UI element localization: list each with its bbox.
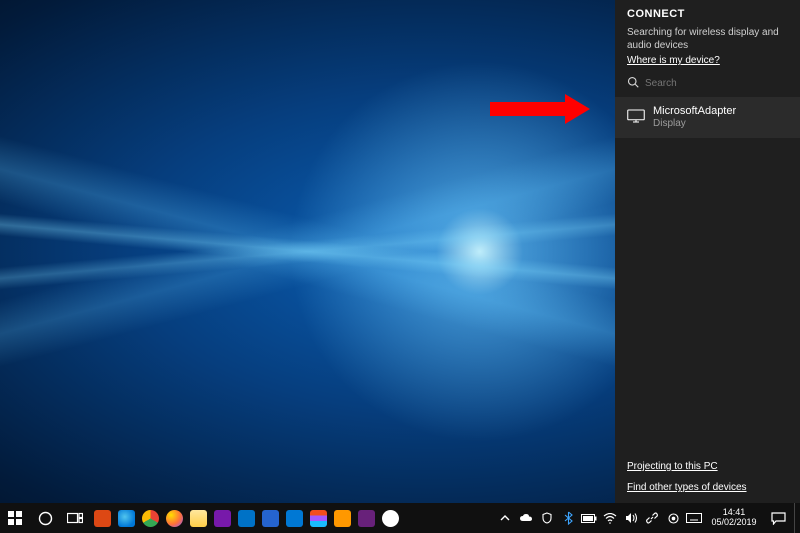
tray-wifi[interactable] xyxy=(601,503,619,533)
chevron-up-icon xyxy=(500,513,510,523)
shield-icon xyxy=(541,512,553,524)
taskbar-pin-ubuntu[interactable] xyxy=(90,503,114,533)
show-desktop-button[interactable] xyxy=(794,503,800,533)
connect-search-row[interactable] xyxy=(627,76,788,91)
taskbar: 14:41 05/02/2019 xyxy=(0,503,800,533)
tray-battery[interactable] xyxy=(580,503,598,533)
tray-overflow-button[interactable] xyxy=(496,503,514,533)
taskbar-pin-onenote[interactable] xyxy=(210,503,234,533)
action-center-button[interactable] xyxy=(765,503,791,533)
taskbar-pin-todo[interactable] xyxy=(258,503,282,533)
display-icon xyxy=(627,109,645,126)
device-name: MicrosoftAdapter xyxy=(653,105,736,118)
taskbar-pin-file-explorer[interactable] xyxy=(186,503,210,533)
speaker-icon xyxy=(625,512,638,524)
taskbar-pin-figma[interactable] xyxy=(306,503,330,533)
tray-keyboard[interactable] xyxy=(685,503,703,533)
location-icon xyxy=(668,513,679,524)
keyboard-icon xyxy=(686,513,702,523)
task-view-icon xyxy=(67,512,83,524)
find-other-devices-link[interactable]: Find other types of devices xyxy=(627,482,747,493)
connect-title: CONNECT xyxy=(627,8,788,20)
tray-volume[interactable] xyxy=(622,503,640,533)
bluetooth-icon xyxy=(564,511,573,525)
notification-icon xyxy=(771,512,786,525)
task-view-button[interactable] xyxy=(60,503,90,533)
connect-search-input[interactable] xyxy=(645,78,788,89)
taskbar-pin-sublime[interactable] xyxy=(330,503,354,533)
taskbar-pin-basecamp[interactable] xyxy=(378,503,402,533)
taskbar-clock[interactable]: 14:41 05/02/2019 xyxy=(706,503,762,533)
where-is-my-device-link[interactable]: Where is my device? xyxy=(627,55,720,66)
connect-panel: CONNECT Searching for wireless display a… xyxy=(615,0,800,503)
circle-icon xyxy=(38,511,53,526)
tray-connect-link[interactable] xyxy=(643,503,661,533)
device-type: Display xyxy=(653,118,736,130)
search-icon xyxy=(627,76,639,91)
projecting-to-this-pc-link[interactable]: Projecting to this PC xyxy=(627,461,718,472)
tray-onedrive[interactable] xyxy=(517,503,535,533)
windows-logo-icon xyxy=(8,511,22,525)
connect-status-text: Searching for wireless display and audio… xyxy=(627,27,788,52)
taskbar-pin-vs[interactable] xyxy=(354,503,378,533)
tray-location[interactable] xyxy=(664,503,682,533)
start-button[interactable] xyxy=(0,503,30,533)
taskbar-pin-chrome[interactable] xyxy=(138,503,162,533)
system-tray: 14:41 05/02/2019 xyxy=(496,503,800,533)
wifi-icon xyxy=(603,513,617,524)
cortana-search-button[interactable] xyxy=(30,503,60,533)
link-icon xyxy=(646,512,658,524)
desktop-wallpaper[interactable] xyxy=(0,0,615,503)
clock-date: 05/02/2019 xyxy=(711,518,756,528)
tray-security[interactable] xyxy=(538,503,556,533)
taskbar-pin-outlook[interactable] xyxy=(234,503,258,533)
taskbar-pin-azure[interactable] xyxy=(282,503,306,533)
taskbar-pin-firefox[interactable] xyxy=(162,503,186,533)
cloud-icon xyxy=(519,513,533,523)
taskbar-pin-edge[interactable] xyxy=(114,503,138,533)
annotation-arrow xyxy=(490,94,600,124)
device-item-microsoftadapter[interactable]: MicrosoftAdapter Display xyxy=(615,97,800,138)
tray-bluetooth[interactable] xyxy=(559,503,577,533)
battery-icon xyxy=(581,514,597,523)
